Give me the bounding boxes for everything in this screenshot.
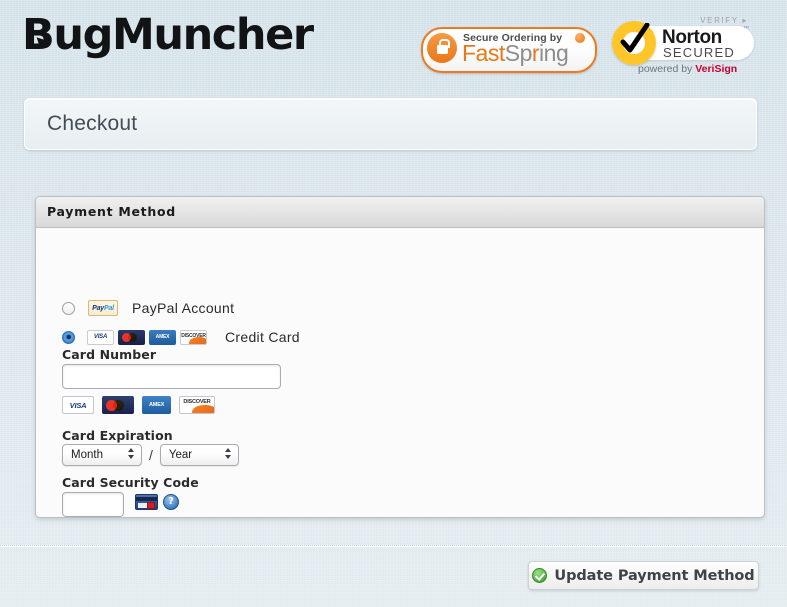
card-expiration-controls: Month / Year — [62, 444, 239, 466]
update-payment-method-label: Update Payment Method — [554, 567, 755, 584]
fastspring-word-fast: Fast — [462, 40, 505, 66]
accepted-card-logos: VISA AMEX DISCOVER — [62, 396, 215, 414]
page-title: Checkout — [47, 112, 138, 135]
paypal-logo-icon: Pay Pal — [88, 300, 118, 316]
norton-secured-badge[interactable]: VERIFY ▸ Norton ™ SECURED powered by Ver… — [612, 16, 754, 78]
fastspring-orb-icon — [575, 33, 585, 43]
chevron-updown-icon — [224, 448, 231, 459]
verisign-brand: VeriSign — [695, 63, 738, 75]
card-security-code-hints: ? — [135, 494, 179, 510]
paypal-logo-text-2: Pal — [103, 304, 114, 312]
radio-paypal[interactable] — [62, 301, 75, 315]
chevron-updown-icon — [128, 448, 134, 459]
help-question-icon[interactable]: ? — [163, 494, 179, 510]
payment-method-heading: Payment Method — [47, 204, 176, 219]
card-brand-logos-mini: VISA AMEX DISCOVER — [87, 329, 207, 345]
visa-icon: VISA — [87, 329, 114, 345]
amex-logo: AMEX — [142, 396, 171, 414]
discover-logo: DISCOVER — [179, 396, 215, 414]
update-payment-method-button[interactable]: Update Payment Method — [528, 561, 759, 590]
radio-credit-card[interactable] — [62, 330, 75, 344]
site-logo-text: BugMuncher — [22, 10, 314, 60]
payment-option-credit-card[interactable]: VISA AMEX DISCOVER Credit Card — [62, 329, 300, 345]
fastspring-wordmark: FastSpring — [462, 40, 569, 66]
powered-by-text: powered by — [638, 63, 696, 75]
visa-logo: VISA — [62, 396, 94, 414]
paypal-logo-text-1: Pay — [92, 304, 104, 312]
fastspring-badge[interactable]: Secure Ordering by FastSpring ® — [421, 27, 597, 73]
norton-powered-by: powered by VeriSign — [638, 63, 737, 75]
card-back-cvv-icon — [135, 494, 158, 510]
expiration-month-select[interactable]: Month — [62, 444, 142, 466]
fastspring-word-sp: Sp — [504, 40, 533, 66]
expiration-year-value: Year — [168, 449, 193, 461]
expiration-month-value: Month — [71, 449, 103, 461]
page-header: BugMuncher Secure Ordering by FastSpring… — [0, 0, 787, 90]
fastspring-word-r: r — [531, 40, 540, 66]
checkmark-icon — [612, 21, 656, 65]
payment-method-panel-header: Payment Method — [36, 197, 764, 228]
expiration-year-select[interactable]: Year — [159, 444, 239, 466]
expiration-separator: / — [149, 447, 153, 463]
payment-method-panel-body: Pay Pal PayPal Account VISA AMEX DISCOVER… — [36, 228, 764, 517]
card-expiration-label: Card Expiration — [62, 428, 173, 443]
card-security-code-input[interactable] — [62, 492, 124, 517]
card-security-code-label: Card Security Code — [62, 475, 199, 490]
amex-icon: AMEX — [149, 329, 176, 345]
payment-method-panel: Payment Method Pay Pal PayPal Account VIS… — [35, 196, 765, 518]
fastspring-trademark: ® — [563, 49, 567, 55]
checkout-header-bar: Checkout — [24, 98, 757, 150]
green-check-circle-icon — [532, 568, 548, 583]
mastercard-logo — [102, 396, 134, 414]
discover-icon-text: DISCOVER — [181, 332, 206, 339]
card-number-label: Card Number — [62, 347, 157, 362]
norton-secured-label: SECURED — [663, 45, 735, 60]
site-logo[interactable]: BugMuncher — [22, 14, 314, 57]
footer-divider — [0, 545, 787, 547]
lock-icon — [427, 33, 457, 63]
discover-logo-text: DISCOVER — [183, 399, 211, 405]
norton-trademark: ™ — [743, 26, 749, 32]
payment-option-paypal[interactable]: Pay Pal PayPal Account — [62, 300, 234, 316]
mastercard-icon — [118, 329, 145, 345]
discover-icon: DISCOVER — [180, 329, 207, 345]
card-number-input[interactable] — [62, 364, 281, 389]
payment-option-credit-card-label: Credit Card — [225, 329, 300, 345]
payment-option-paypal-label: PayPal Account — [132, 300, 235, 316]
norton-verify-label: VERIFY ▸ — [700, 16, 748, 25]
